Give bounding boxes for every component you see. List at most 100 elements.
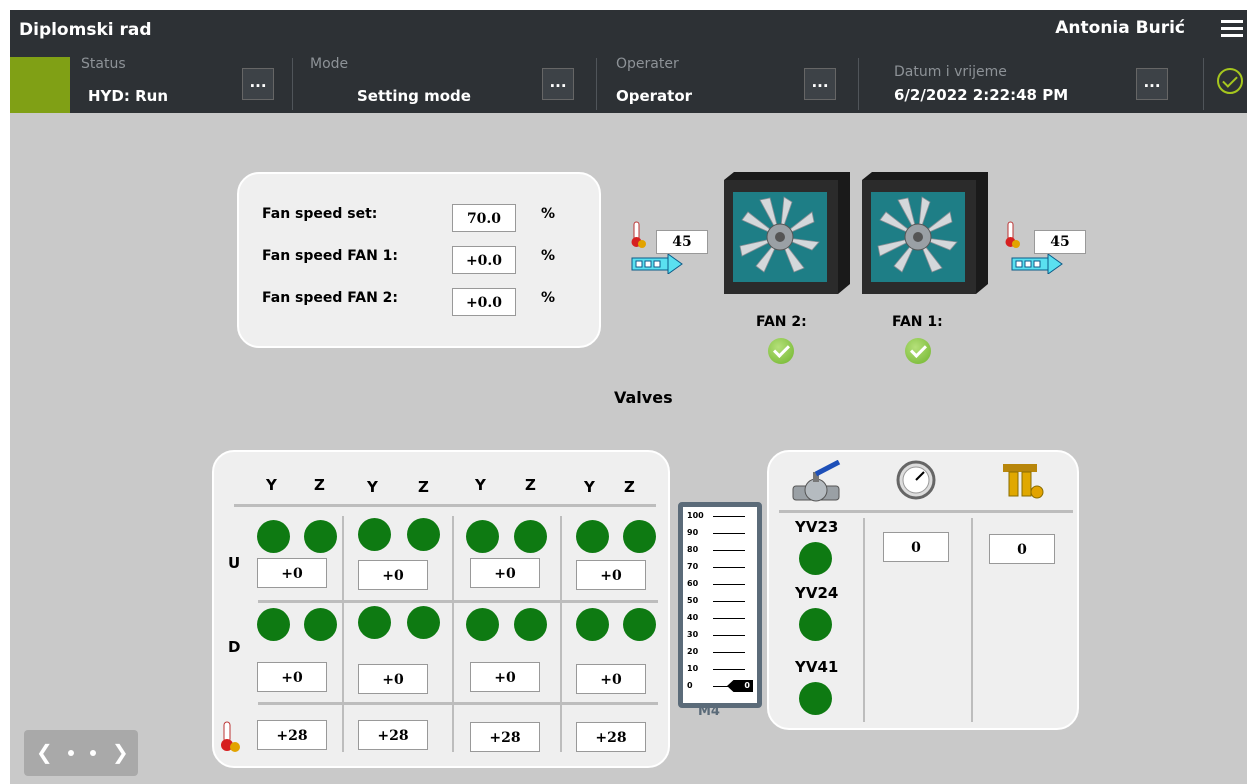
valve-indicator (514, 608, 547, 641)
scale-tick: 60 (687, 579, 699, 588)
fan1-ok-icon (905, 338, 931, 364)
valve-indicator (358, 606, 391, 639)
d-value: +0 (576, 664, 646, 694)
scale-tick: 50 (687, 596, 699, 605)
fan2-speed-value: +0.0 (452, 288, 516, 316)
hmi-screen: Diplomski rad Antonia Burić Status HYD: … (10, 10, 1247, 784)
column-header: Y (475, 476, 486, 494)
column-header: Z (418, 478, 429, 496)
mode-label: Mode (310, 56, 349, 72)
fan-speed-set-input[interactable]: 70.0 (452, 204, 516, 232)
valve-indicator (257, 608, 290, 641)
scale-tick: 30 (687, 630, 699, 639)
hamburger-menu-icon[interactable] (1221, 16, 1243, 41)
valve-indicator (466, 608, 499, 641)
valve-indicator-yv23 (799, 542, 832, 575)
fan1-label: FAN 1: (892, 314, 943, 330)
temperature-value: +28 (470, 722, 540, 752)
temperature-value: +28 (358, 720, 428, 750)
status-value: HYD: Run (88, 87, 168, 105)
fan2-speed-label: Fan speed FAN 2: (262, 290, 398, 306)
fan-speed-set-label: Fan speed set: (262, 206, 378, 222)
pressure-gauge-icon (896, 460, 936, 500)
valve-indicator-yv41 (799, 682, 832, 715)
valve-indicator-yv24 (799, 608, 832, 641)
filter-icon (1003, 464, 1044, 499)
d-value: +0 (470, 662, 540, 692)
column-header: Z (624, 478, 635, 496)
fan1-speed-value: +0.0 (452, 246, 516, 274)
u-value: +0 (257, 558, 327, 588)
scale-tick: 40 (687, 613, 699, 622)
valve-indicator (257, 520, 290, 553)
divider (596, 58, 597, 110)
scale-tick: 100 (687, 511, 704, 520)
page-dot[interactable] (68, 750, 74, 756)
fan2-label: FAN 2: (756, 314, 807, 330)
divider (292, 58, 293, 110)
valve-label-yv24: YV24 (795, 584, 839, 602)
app-title: Diplomski rad (19, 20, 152, 40)
filter-value: 0 (989, 534, 1055, 564)
unit-label: % (541, 248, 556, 264)
datetime-more-button[interactable]: ... (1136, 68, 1168, 100)
d-value: +0 (257, 662, 327, 692)
status-indicator (10, 57, 70, 113)
column-header: Z (314, 476, 325, 494)
pressure-value: 0 (883, 532, 949, 562)
operator-value: Operator (616, 87, 693, 105)
divider (858, 58, 859, 110)
valve-indicator (466, 520, 499, 553)
divider (779, 510, 1073, 513)
scale-line (713, 584, 745, 585)
mode-value: Setting mode (357, 87, 471, 105)
mode-more-button[interactable]: ... (542, 68, 574, 100)
user-name: Antonia Burić (1055, 18, 1185, 38)
valves-title: Valves (614, 388, 673, 407)
column-header: Y (266, 476, 277, 494)
operator-more-button[interactable]: ... (804, 68, 836, 100)
scale-line (713, 669, 745, 670)
fan1-speed-label: Fan speed FAN 1: (262, 248, 398, 264)
chevron-left-icon[interactable]: ❮ (36, 740, 53, 764)
operator-label: Operater (616, 56, 679, 72)
valve-indicator (304, 520, 337, 553)
divider (863, 518, 865, 722)
status-label: Status (81, 56, 126, 72)
fan2-ok-icon (768, 338, 794, 364)
row-label-u: U (228, 554, 241, 572)
valve-grid-panel: Y Z Y Z Y Z Y Z U D +0 +0 +0 +0 +0 +0 +0… (212, 450, 670, 768)
level-scale: 100 90 80 70 60 50 40 30 20 10 0 0 (678, 502, 762, 708)
fan2-icon (724, 172, 850, 294)
page-dot[interactable] (90, 750, 96, 756)
column-header: Y (367, 478, 378, 496)
scale-line (713, 516, 745, 517)
divider (452, 516, 454, 752)
unit-label: % (541, 290, 556, 306)
row-label-d: D (228, 638, 241, 656)
scale-tick: 0 (687, 681, 693, 690)
ball-valve-icon (792, 460, 841, 502)
scale-pointer: 0 (727, 680, 753, 692)
scale-line (713, 533, 745, 534)
valve-indicator (623, 520, 656, 553)
divider (258, 600, 658, 603)
divider (560, 516, 562, 752)
scale-line (713, 601, 745, 602)
d-value: +0 (358, 664, 428, 694)
chevron-right-icon[interactable]: ❯ (112, 740, 129, 764)
datetime-label: Datum i vrijeme (894, 64, 1007, 80)
outlet-temperature-value: 45 (1034, 230, 1086, 254)
temperature-icon (221, 721, 240, 752)
valve-indicator (514, 520, 547, 553)
divider (1203, 58, 1204, 110)
status-more-button[interactable]: ... (242, 68, 274, 100)
scale-tick: 80 (687, 545, 699, 554)
scale-label: M4 (698, 704, 720, 719)
column-header: Z (525, 476, 536, 494)
valve-indicator (407, 606, 440, 639)
top-bar: Diplomski rad Antonia Burić Status HYD: … (10, 10, 1247, 113)
side-valves-panel: YV23 YV24 YV41 0 0 (767, 450, 1079, 730)
u-value: +0 (470, 558, 540, 588)
fan1-icon (862, 172, 988, 294)
